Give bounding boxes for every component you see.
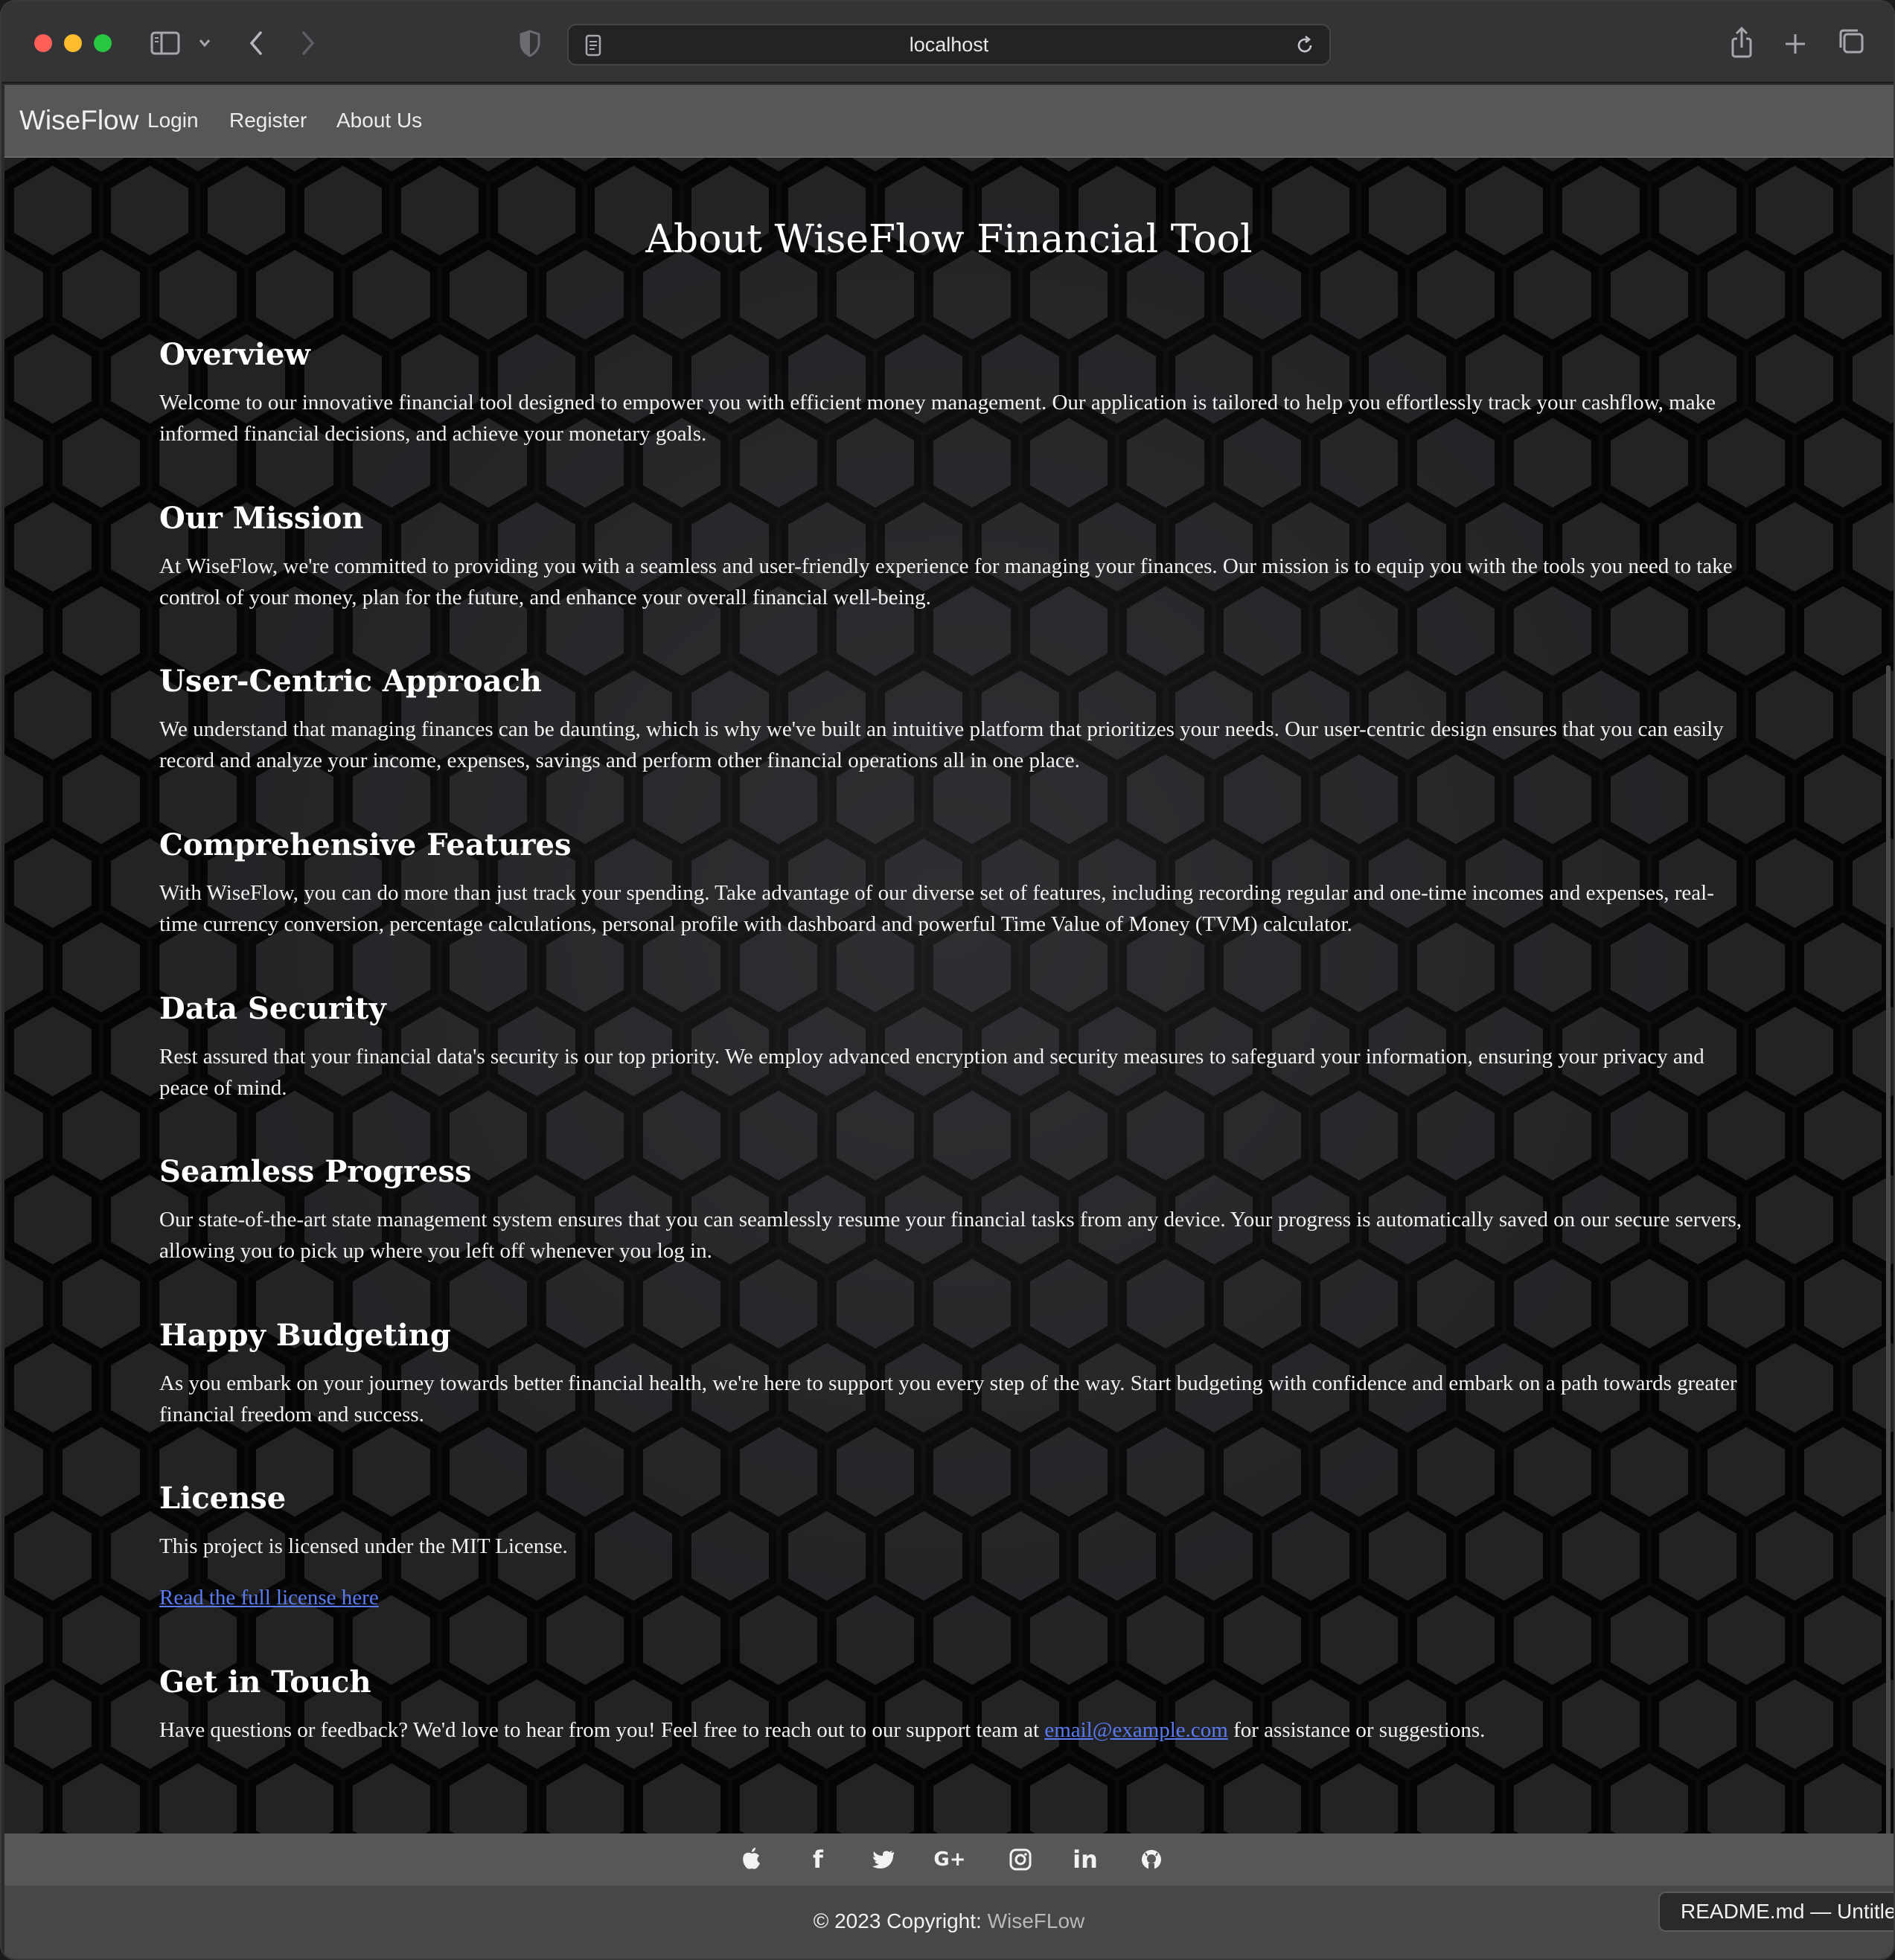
section-body: With WiseFlow, you can do more than just…: [159, 881, 1714, 936]
back-arrow-icon[interactable]: [241, 24, 271, 63]
sidebar-toggle-icon[interactable]: [147, 24, 183, 63]
tab-overview-icon[interactable]: [1834, 24, 1867, 63]
license-link[interactable]: Read the full license here: [159, 1586, 379, 1610]
site-navbar: WiseFlow Login Register About Us: [4, 85, 1894, 158]
share-icon[interactable]: [1725, 24, 1758, 63]
section-heading: License: [159, 1481, 287, 1516]
linkedin-icon[interactable]: in: [1067, 1834, 1104, 1886]
google-plus-icon[interactable]: G+: [926, 1834, 974, 1886]
section-heading: Seamless Progress: [159, 1154, 472, 1189]
page-title: About WiseFlow Financial Tool: [645, 217, 1253, 262]
zoom-window-button[interactable]: [94, 34, 112, 52]
section-body: Welcome to our innovative financial tool…: [159, 391, 1716, 446]
section-get-in-touch: Get in Touch Have questions or feedback?…: [159, 1659, 1745, 1746]
nav-link-login[interactable]: Login: [147, 85, 199, 156]
section-seamless-progress: Seamless Progress Our state-of-the-art s…: [159, 1149, 1745, 1266]
section-heading: Get in Touch: [159, 1665, 371, 1700]
section-overview: Overview Welcome to our innovative finan…: [159, 332, 1745, 449]
new-tab-icon[interactable]: [1779, 24, 1812, 63]
page-viewport: WiseFlow Login Register About Us About W…: [4, 85, 1894, 1959]
section-body: This project is licensed under the MIT L…: [159, 1534, 568, 1558]
section-happy-budgeting: Happy Budgeting As you embark on your jo…: [159, 1313, 1745, 1430]
section-body: Have questions or feedback? We'd love to…: [159, 1714, 1745, 1746]
browser-toolbar: localhost: [1, 1, 1894, 83]
section-heading: Comprehensive Features: [159, 827, 572, 862]
apple-icon[interactable]: [733, 1834, 770, 1886]
section-user-centric-approach: User-Centric Approach We understand that…: [159, 659, 1745, 776]
nav-link-about-us[interactable]: About Us: [336, 85, 422, 156]
copyright-text: © 2023 Copyright:: [813, 1909, 988, 1932]
close-window-button[interactable]: [34, 34, 52, 52]
section-body: At WiseFlow, we're committed to providin…: [159, 554, 1733, 609]
forward-arrow-icon[interactable]: [293, 24, 323, 63]
section-body: Our state-of-the-art state management sy…: [159, 1208, 1742, 1263]
section-body: Rest assured that your financial data's …: [159, 1045, 1704, 1100]
facebook-icon[interactable]: f: [799, 1834, 837, 1886]
section-heading: Happy Budgeting: [159, 1318, 451, 1353]
url-text: localhost: [909, 33, 989, 56]
section-license: License This project is licensed under t…: [159, 1476, 1745, 1613]
navbar-brand[interactable]: WiseFlow: [19, 85, 138, 156]
twitter-icon[interactable]: [866, 1834, 903, 1886]
nav-link-register[interactable]: Register: [229, 85, 307, 156]
contact-text-before: Have questions or feedback? We'd love to…: [159, 1718, 1045, 1742]
reload-icon[interactable]: [1294, 34, 1316, 57]
minimize-window-button[interactable]: [64, 34, 82, 52]
contact-text-after: for assistance or suggestions.: [1227, 1718, 1486, 1742]
footer-brand-link[interactable]: WiseFLow: [988, 1909, 1085, 1932]
footer-social-bar: f G+ in: [4, 1834, 1894, 1886]
privacy-shield-icon[interactable]: [515, 24, 545, 63]
browser-window: localhost WiseFlow Login Register About …: [0, 0, 1895, 1960]
vertical-scrollbar[interactable]: [1886, 665, 1891, 1915]
section-data-security: Data Security Rest assured that your fin…: [159, 986, 1745, 1104]
section-body: As you embark on your journey towards be…: [159, 1371, 1737, 1426]
section-heading: Overview: [159, 337, 310, 372]
section-our-mission: Our Mission At WiseFlow, we're committed…: [159, 496, 1745, 613]
section-heading: Our Mission: [159, 501, 364, 536]
github-icon[interactable]: [1133, 1834, 1170, 1886]
window-title-tooltip: README.md — Untitled: [1658, 1892, 1894, 1932]
footer-copyright: © 2023 Copyright: WiseFLow: [4, 1886, 1894, 1959]
contact-email-link[interactable]: email@example.com: [1044, 1718, 1228, 1742]
section-body: We understand that managing finances can…: [159, 717, 1724, 772]
instagram-icon[interactable]: [1002, 1834, 1039, 1886]
section-heading: User-Centric Approach: [159, 664, 543, 699]
chevron-down-icon[interactable]: [194, 24, 216, 63]
section-comprehensive-features: Comprehensive Features With WiseFlow, yo…: [159, 822, 1745, 940]
section-heading: Data Security: [159, 991, 386, 1026]
address-bar[interactable]: localhost: [567, 24, 1331, 65]
